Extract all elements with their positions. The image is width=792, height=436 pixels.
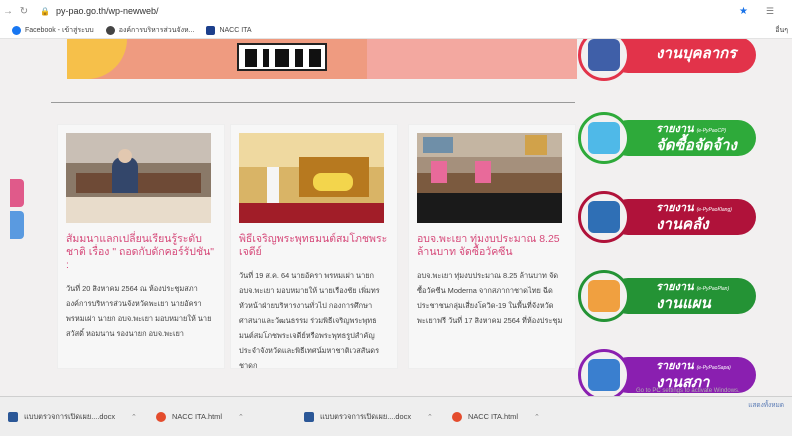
bookmark-label: Facebook - เข้าสู่ระบบ [25, 26, 94, 34]
personnel-icon [578, 39, 630, 81]
download-item[interactable]: แบบตรวจการเปิดเผย....docx ⌃ [304, 411, 444, 423]
download-filename: NACC ITA.html [468, 412, 518, 421]
browser-window: → ↻ 🔒 py-pao.go.th/wp-newweb/ ★ ☰ Facebo… [0, 0, 792, 436]
lock-icon[interactable]: 🔒 [40, 7, 50, 16]
page-content: สัมมนาแลกเปลี่ยนเรียนรู้ระดับชาติ เรื่อง… [0, 39, 792, 396]
nacc-icon [206, 25, 216, 35]
news-card[interactable]: อบจ.พะเยา ทุ่มงบประมาณ 8.25 ล้านบาท จัดซ… [408, 124, 576, 369]
procurement-icon [578, 112, 630, 164]
side-link-title: จัดซื้อจัดจ้าง [656, 137, 737, 154]
news-title[interactable]: อบจ.พะเยา ทุ่มงบประมาณ 8.25 ล้านบาท จัดซ… [417, 233, 567, 259]
address-bar: → ↻ 🔒 py-pao.go.th/wp-newweb/ ★ ☰ [0, 0, 792, 22]
download-filename: NACC ITA.html [172, 412, 222, 421]
side-link-pill: รายงาน (e-PyPaoPlan) งานแผน [610, 278, 756, 314]
globe-icon [105, 25, 115, 35]
bookmark-label: องค์การบริหารส่วนจังห... [118, 26, 195, 34]
bookmark-pao[interactable]: องค์การบริหารส่วนจังห... [105, 25, 195, 36]
news-title[interactable]: พิธีเจริญพระพุทธมนต์สมโภชพระเจดีย์ [239, 233, 389, 259]
chrome-html-icon [156, 411, 166, 422]
side-tab[interactable] [10, 211, 24, 239]
bookmarks-bar: Facebook - เข้าสู่ระบบ องค์การบริหารส่วน… [0, 22, 792, 39]
news-excerpt: อบจ.พะเยา ทุ่มงบประมาณ 8.25 ล้านบาท จัดซ… [417, 271, 563, 325]
show-all-downloads[interactable]: แสดงทั้งหมด [748, 401, 784, 410]
reload-icon[interactable]: ↻ [16, 6, 32, 17]
side-link-code: (e-PyPaoSapa) [696, 365, 731, 371]
bookmark-nacc[interactable]: NACC ITA [206, 25, 252, 35]
chevron-up-icon[interactable]: ⌃ [534, 413, 540, 421]
side-link-prefix: รายงาน [656, 202, 694, 214]
section-divider [51, 102, 575, 103]
side-link-pill: รายงาน (e-PyPaoCP) จัดซื้อจัดจ้าง [610, 120, 756, 156]
bookmark-facebook[interactable]: Facebook - เข้าสู่ระบบ [12, 25, 94, 36]
qr-code-image [237, 43, 327, 71]
side-tab[interactable] [10, 179, 24, 207]
side-link-finance[interactable]: รายงาน (e-PyPaoKlang) งานคลัง [578, 191, 756, 243]
news-photo[interactable] [417, 133, 562, 223]
download-bar: แบบตรวจการเปิดเผย....docx ⌃ NACC ITA.htm… [0, 396, 792, 436]
news-title[interactable]: สัมมนาแลกเปลี่ยนเรียนรู้ระดับชาติ เรื่อง… [66, 233, 216, 272]
url-field[interactable]: py-pao.go.th/wp-newweb/ [56, 6, 159, 16]
side-link-prefix: รายงาน [656, 281, 694, 293]
side-link-pill: รายงาน (e-PyPaoKlang) งานคลัง [610, 199, 756, 235]
chevron-up-icon[interactable]: ⌃ [238, 413, 244, 421]
banner-decoration [367, 39, 577, 79]
side-link-prefix: รายงาน [656, 360, 694, 372]
download-item[interactable]: NACC ITA.html ⌃ [156, 411, 296, 422]
facebook-icon [12, 25, 21, 35]
side-link-planning[interactable]: รายงาน (e-PyPaoPlan) งานแผน [578, 270, 756, 322]
council-icon [578, 349, 630, 396]
side-link-procurement[interactable]: รายงาน (e-PyPaoCP) จัดซื้อจัดจ้าง [578, 112, 756, 164]
side-link-title: งานบุคลากร [656, 45, 737, 62]
word-file-icon [8, 411, 18, 422]
chevron-up-icon[interactable]: ⌃ [427, 413, 433, 421]
download-item[interactable]: แบบตรวจการเปิดเผย....docx ⌃ [8, 411, 148, 423]
side-link-code: (e-PyPaoPlan) [696, 286, 730, 292]
side-link-title: งานคลัง [656, 216, 709, 233]
download-filename: แบบตรวจการเปิดเผย....docx [24, 411, 116, 421]
planning-icon [578, 270, 630, 322]
forward-icon[interactable]: → [0, 6, 16, 17]
news-photo[interactable] [239, 133, 384, 223]
chevron-up-icon[interactable]: ⌃ [131, 413, 137, 421]
calculator-icon [578, 191, 630, 243]
banner-decoration [67, 39, 127, 79]
activation-watermark: Go to PC settings to activate Windows. [636, 388, 740, 394]
side-link-personnel[interactable]: งานบุคลากร [578, 39, 756, 85]
news-excerpt: วันที่ 19 ส.ค. 64 นายอัครา พรหมเผ่า นายก… [239, 271, 380, 370]
news-card[interactable]: สัมมนาแลกเปลี่ยนเรียนรู้ระดับชาติ เรื่อง… [57, 124, 225, 369]
side-link-title: งานแผน [656, 295, 711, 312]
side-link-code: (e-PyPaoCP) [696, 128, 727, 134]
news-photo[interactable] [66, 133, 211, 223]
download-filename: แบบตรวจการเปิดเผย....docx [320, 411, 412, 421]
qr-banner[interactable] [67, 39, 577, 79]
news-excerpt: วันที่ 20 สิงหาคม 2564 ณ ห้องประชุมสภาอง… [66, 284, 212, 338]
bookmark-star-icon[interactable]: ★ [739, 6, 748, 17]
extensions-icon[interactable]: ☰ [766, 6, 774, 17]
side-link-pill: งานบุคลากร [610, 39, 756, 73]
chrome-html-icon [452, 411, 462, 422]
download-item[interactable]: NACC ITA.html ⌃ [452, 411, 592, 422]
bookmark-label: NACC ITA [219, 26, 252, 34]
news-card[interactable]: พิธีเจริญพระพุทธมนต์สมโภชพระเจดีย์ วันที… [230, 124, 398, 370]
side-link-code: (e-PyPaoKlang) [696, 207, 732, 213]
other-bookmarks[interactable]: อื่นๆ [775, 25, 788, 36]
side-link-prefix: รายงาน [656, 123, 694, 135]
word-file-icon [304, 411, 314, 422]
